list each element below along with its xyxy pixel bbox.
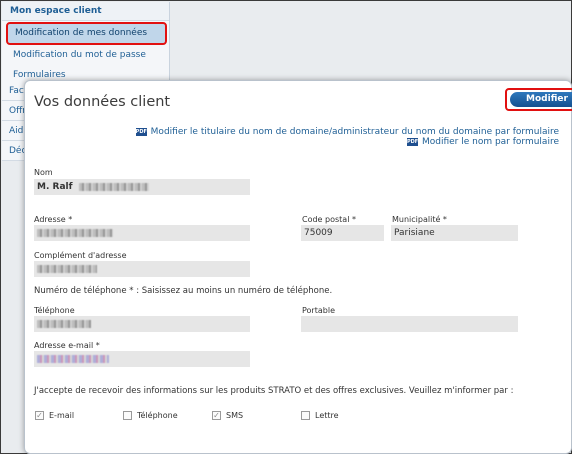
postal-code-field[interactable]: 75009: [301, 225, 384, 241]
phone-field[interactable]: [34, 316, 250, 332]
mobile-field[interactable]: [301, 316, 518, 332]
address-label: Adresse *: [34, 215, 73, 224]
menu-item-stub-1[interactable]: Fac: [2, 81, 24, 101]
link-modify-domain-holder[interactable]: PDF Modifier le titulaire du nom de domai…: [135, 127, 559, 137]
menu-header: Mon espace client: [2, 2, 169, 21]
letter-checkbox[interactable]: [301, 411, 310, 420]
redacted-text: [78, 182, 149, 191]
address-complement-label: Complément d'adresse: [34, 251, 127, 260]
menu-item-stub-4[interactable]: Déc: [2, 141, 24, 161]
menu-item-modify-data[interactable]: Modification de mes données: [6, 22, 167, 45]
email-label: Adresse e-mail *: [34, 341, 100, 350]
phone-checkbox[interactable]: [123, 411, 132, 420]
link-modify-name-text: Modifier le nom par formulaire: [421, 137, 559, 147]
address-field[interactable]: [34, 225, 250, 241]
email-checkbox[interactable]: ✓: [35, 411, 44, 420]
modify-button-highlight: Modifier: [505, 88, 572, 111]
letter-checkbox-label: Lettre: [315, 411, 339, 420]
name-value: M. Ralf: [37, 182, 73, 192]
menu-item-stub-3[interactable]: Aid: [2, 121, 24, 141]
redacted-text: [37, 354, 109, 363]
mobile-label: Portable: [302, 306, 335, 315]
address-complement-field[interactable]: [34, 261, 250, 277]
phone-label: Téléphone: [34, 306, 75, 315]
postal-code-label: Code postal *: [302, 215, 356, 224]
pdf-icon: PDF: [406, 138, 419, 146]
sms-checkbox-label: SMS: [226, 411, 244, 420]
menu-item-change-password[interactable]: Modification du mot de passe: [2, 45, 170, 65]
link-modify-name[interactable]: PDF Modifier le nom par formulaire: [406, 137, 559, 147]
panel-title: Vos données client: [34, 94, 171, 110]
phone-checkbox-label: Téléphone: [137, 411, 178, 420]
phone-note: Numéro de téléphone * : Saisissez au moi…: [34, 286, 333, 296]
sms-checkbox[interactable]: ✓: [212, 411, 221, 420]
redacted-text: [37, 319, 91, 328]
redacted-text: [37, 228, 113, 237]
client-area-menu: Mon espace client Modification de mes do…: [2, 2, 170, 88]
link-modify-domain-holder-text: Modifier le titulaire du nom de domaine/…: [150, 127, 559, 137]
redacted-text: [37, 264, 97, 273]
window-frame: Mon espace client Modification de mes do…: [0, 0, 572, 454]
pdf-icon: PDF: [135, 128, 147, 136]
menu-item-stub-2[interactable]: Offr: [2, 101, 24, 121]
name-label: Nom: [34, 168, 53, 177]
municipality-field[interactable]: Parisiane: [391, 225, 518, 241]
client-data-panel: Vos données client Modifier PDF Modifier …: [24, 80, 572, 454]
modify-button[interactable]: Modifier: [510, 92, 572, 107]
consent-text: J'accepte de recevoir des informations s…: [34, 386, 514, 396]
email-field[interactable]: [34, 351, 250, 367]
name-field[interactable]: M. Ralf: [34, 179, 250, 195]
municipality-label: Municipalité *: [392, 215, 447, 224]
email-checkbox-label: E-mail: [49, 411, 75, 420]
